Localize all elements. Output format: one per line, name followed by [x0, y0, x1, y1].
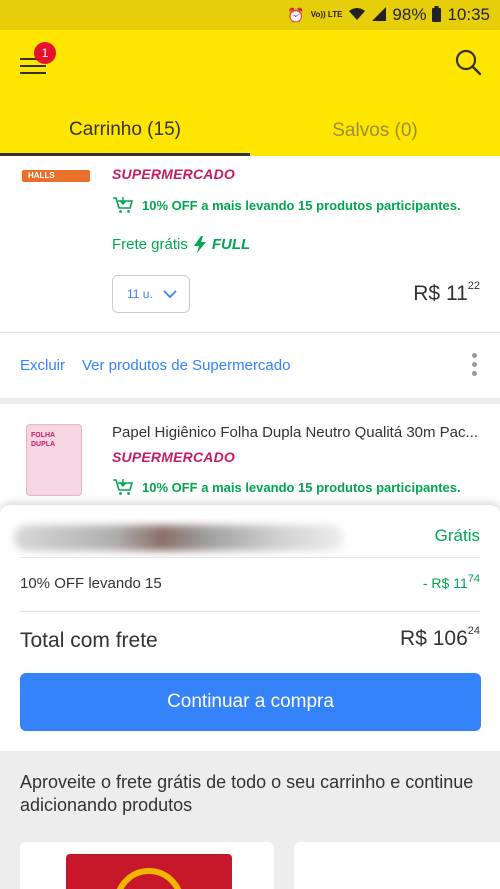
- chevron-down-icon: [163, 289, 177, 298]
- discount-label: 10% OFF levando 15: [20, 575, 162, 592]
- item-price: R$ 1122: [413, 280, 480, 305]
- search-icon: [455, 49, 482, 76]
- menu-button[interactable]: 1: [20, 42, 56, 76]
- cart-discount-icon: [113, 197, 134, 213]
- shipping-cost: Grátis: [434, 526, 480, 545]
- more-options-icon[interactable]: [472, 353, 478, 379]
- total-label: Total com frete: [20, 629, 158, 652]
- battery-percentage: 98%: [392, 5, 427, 24]
- divider: [20, 611, 480, 612]
- full-badge: FULL: [211, 236, 251, 253]
- shipping-info: Frete grátis FULL: [112, 236, 250, 253]
- order-summary: Grátis 10% OFF levando 15 - R$ 1174 Tota…: [0, 505, 500, 751]
- divider: [20, 557, 480, 558]
- cart-item: HALLS SUPERMERCADO 10% OFF a mais levand…: [0, 156, 500, 333]
- wifi-icon: [348, 7, 366, 24]
- cart-tabs: Carrinho (15) Salvos (0): [0, 106, 500, 156]
- product-thumbnail[interactable]: FOLHA DUPLA: [26, 424, 82, 496]
- product-thumbnail[interactable]: HALLS: [22, 170, 90, 182]
- redacted-shipping-label: [14, 525, 344, 551]
- quantity-value: 11 u.: [127, 287, 153, 301]
- product-card-image: [66, 854, 232, 889]
- product-card[interactable]: [20, 842, 274, 889]
- product-card[interactable]: [294, 842, 500, 889]
- alarm-icon: ⏰: [287, 6, 305, 23]
- recommendations-section: Aproveite o frete grátis de todo o seu c…: [0, 751, 500, 889]
- clock: 10:35: [447, 5, 490, 24]
- continue-purchase-button[interactable]: Continuar a compra: [20, 673, 481, 731]
- tab-cart[interactable]: Carrinho (15): [0, 106, 250, 156]
- battery-icon: [432, 5, 442, 25]
- promo-text: 10% OFF a mais levando 15 produtos parti…: [142, 479, 461, 495]
- notification-badge: 1: [34, 42, 56, 64]
- status-bar: ⏰ Vo)) LTE 98% 10:35: [0, 0, 500, 30]
- total-value: R$ 10624: [400, 625, 480, 650]
- promo-line: 10% OFF a mais levando 15 produtos parti…: [112, 478, 461, 496]
- recommendations-title: Aproveite o frete grátis de todo o seu c…: [20, 772, 474, 815]
- free-shipping-label: Frete grátis: [112, 236, 188, 253]
- see-store-products-link[interactable]: Ver produtos de Supermercado: [82, 357, 290, 374]
- tab-saved[interactable]: Salvos (0): [250, 106, 500, 156]
- volte-indicator: Vo)) LTE: [310, 10, 343, 19]
- store-label: SUPERMERCADO: [112, 166, 235, 182]
- cart-item: FOLHA DUPLA Papel Higiênico Folha Dupla …: [0, 404, 500, 514]
- app-header: 1 Carrinho (15) Salvos (0): [0, 30, 500, 156]
- store-label: SUPERMERCADO: [112, 449, 235, 465]
- promo-line: 10% OFF a mais levando 15 produtos parti…: [112, 196, 461, 214]
- cart-discount-icon: [113, 479, 134, 495]
- item-actions: Excluir Ver produtos de Supermercado: [0, 333, 500, 398]
- promo-text: 10% OFF a mais levando 15 produtos parti…: [142, 197, 461, 213]
- product-title[interactable]: Papel Higiênico Folha Dupla Neutro Quali…: [112, 424, 484, 441]
- quantity-selector[interactable]: 11 u.: [112, 275, 190, 313]
- discount-value: - R$ 1174: [422, 573, 480, 591]
- search-button[interactable]: [454, 48, 484, 78]
- delete-link[interactable]: Excluir: [20, 357, 65, 374]
- signal-icon: [372, 6, 387, 24]
- lightning-icon: [193, 236, 206, 253]
